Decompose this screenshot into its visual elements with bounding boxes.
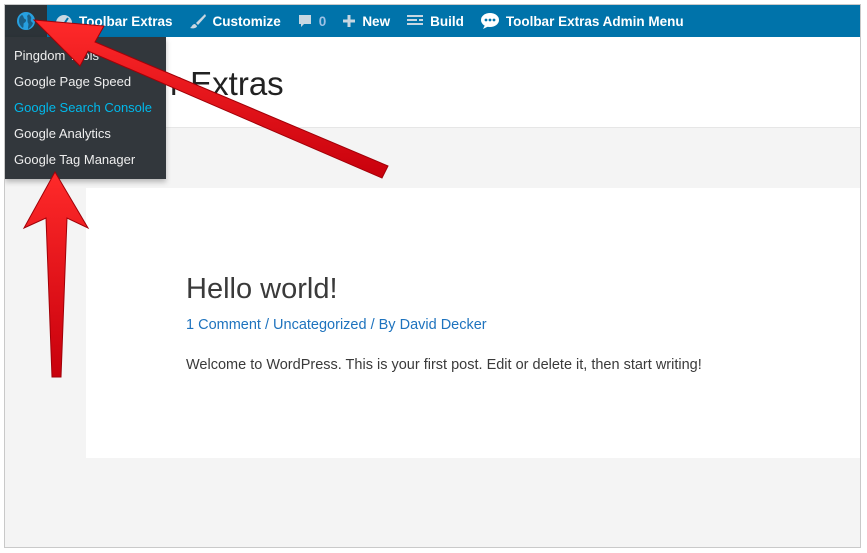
globe-menu-button[interactable] [5, 5, 47, 37]
globe-dropdown-menu: Pingdom Tools Google Page Speed Google S… [5, 37, 166, 179]
new-label: New [362, 13, 391, 29]
comments-count: 0 [318, 13, 327, 29]
comments-link[interactable]: 0 [289, 5, 335, 37]
menu-item-page-speed[interactable]: Google Page Speed [5, 69, 166, 95]
build-menu[interactable]: Build [398, 5, 472, 37]
menu-item-analytics[interactable]: Google Analytics [5, 121, 166, 147]
build-label: Build [430, 13, 464, 29]
customize-label: Customize [212, 13, 281, 29]
admin-menu-label: Toolbar Extras Admin Menu [505, 13, 684, 29]
post-card: Hello world! 1 Comment / Uncategorized /… [86, 188, 860, 458]
toolbar-extras-menu[interactable]: Toolbar Extras [47, 5, 181, 37]
author-link[interactable]: David Decker [400, 317, 487, 333]
site-title[interactable]: r Extras [170, 65, 284, 103]
category-link[interactable]: Uncategorized [273, 317, 367, 333]
customize-link[interactable]: Customize [181, 5, 289, 37]
chat-icon [480, 13, 499, 29]
comments-link-meta[interactable]: 1 Comment [186, 317, 261, 333]
post-meta: 1 Comment / Uncategorized / By David Dec… [186, 317, 487, 333]
post-excerpt: Welcome to WordPress. This is your first… [186, 357, 702, 373]
meta-separator: / [260, 317, 274, 333]
menu-item-tag-manager[interactable]: Google Tag Manager [5, 147, 166, 173]
build-icon [407, 15, 424, 25]
menu-item-pingdom[interactable]: Pingdom Tools [5, 43, 166, 69]
globe-icon [17, 12, 35, 30]
plus-icon [343, 15, 356, 27]
post-title[interactable]: Hello world! [186, 273, 338, 306]
menu-item-search-console[interactable]: Google Search Console [5, 95, 166, 121]
comment-icon [298, 15, 311, 27]
new-content-menu[interactable]: New [334, 5, 398, 37]
admin-menu-link[interactable]: Toolbar Extras Admin Menu [472, 5, 692, 37]
dashboard-icon [56, 15, 72, 26]
brush-icon [189, 14, 206, 29]
meta-by: / By [366, 317, 400, 333]
browser-viewport: Toolbar Extras Customize 0 New Build Too… [4, 4, 861, 548]
toolbar-extras-label: Toolbar Extras [79, 13, 173, 29]
admin-bar: Toolbar Extras Customize 0 New Build Too… [5, 5, 860, 37]
